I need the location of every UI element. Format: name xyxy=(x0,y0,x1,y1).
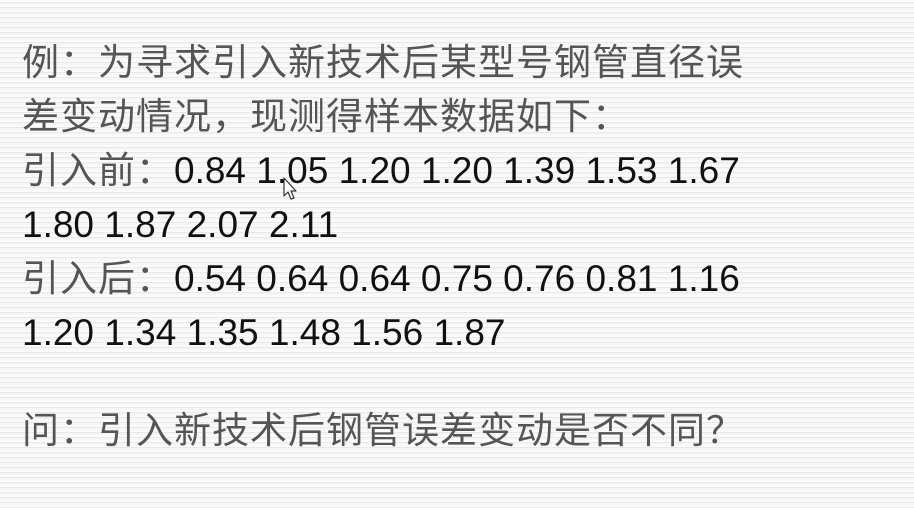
after-row-1: 引入后：0.54 0.64 0.64 0.75 0.76 0.81 1.16 xyxy=(22,252,902,306)
mouse-pointer-icon xyxy=(283,177,297,200)
question-line: 问：引入新技术后钢管误差变动是否不同？ xyxy=(22,404,902,458)
example-text-2: 差变动情况，现测得样本数据如下： xyxy=(22,95,630,138)
question-text: 问：引入新技术后钢管误差变动是否不同？ xyxy=(22,409,744,452)
before-values-2: 1.80 1.87 2.07 2.11 xyxy=(22,204,339,245)
before-row-2: 1.80 1.87 2.07 2.11 xyxy=(22,198,902,252)
before-row-1: 引入前：0.84 1.05 1.20 1.20 1.39 1.53 1.67 xyxy=(22,144,902,198)
example-text-1: 例：为寻求引入新技术后某型号钢管直径误 xyxy=(22,41,744,84)
after-values-1: 0.54 0.64 0.64 0.75 0.76 0.81 1.16 xyxy=(174,258,740,299)
before-label: 引入前： xyxy=(22,149,174,192)
after-values-2: 1.20 1.34 1.35 1.48 1.56 1.87 xyxy=(22,312,506,353)
after-row-2: 1.20 1.34 1.35 1.48 1.56 1.87 xyxy=(22,306,902,360)
example-line-1: 例：为寻求引入新技术后某型号钢管直径误 xyxy=(22,36,902,90)
after-label: 引入后： xyxy=(22,257,174,300)
example-line-2: 差变动情况，现测得样本数据如下： xyxy=(22,90,902,144)
slide-content: 例：为寻求引入新技术后某型号钢管直径误 差变动情况，现测得样本数据如下： 引入前… xyxy=(22,36,902,458)
before-values-1: 0.84 1.05 1.20 1.20 1.39 1.53 1.67 xyxy=(174,150,740,191)
